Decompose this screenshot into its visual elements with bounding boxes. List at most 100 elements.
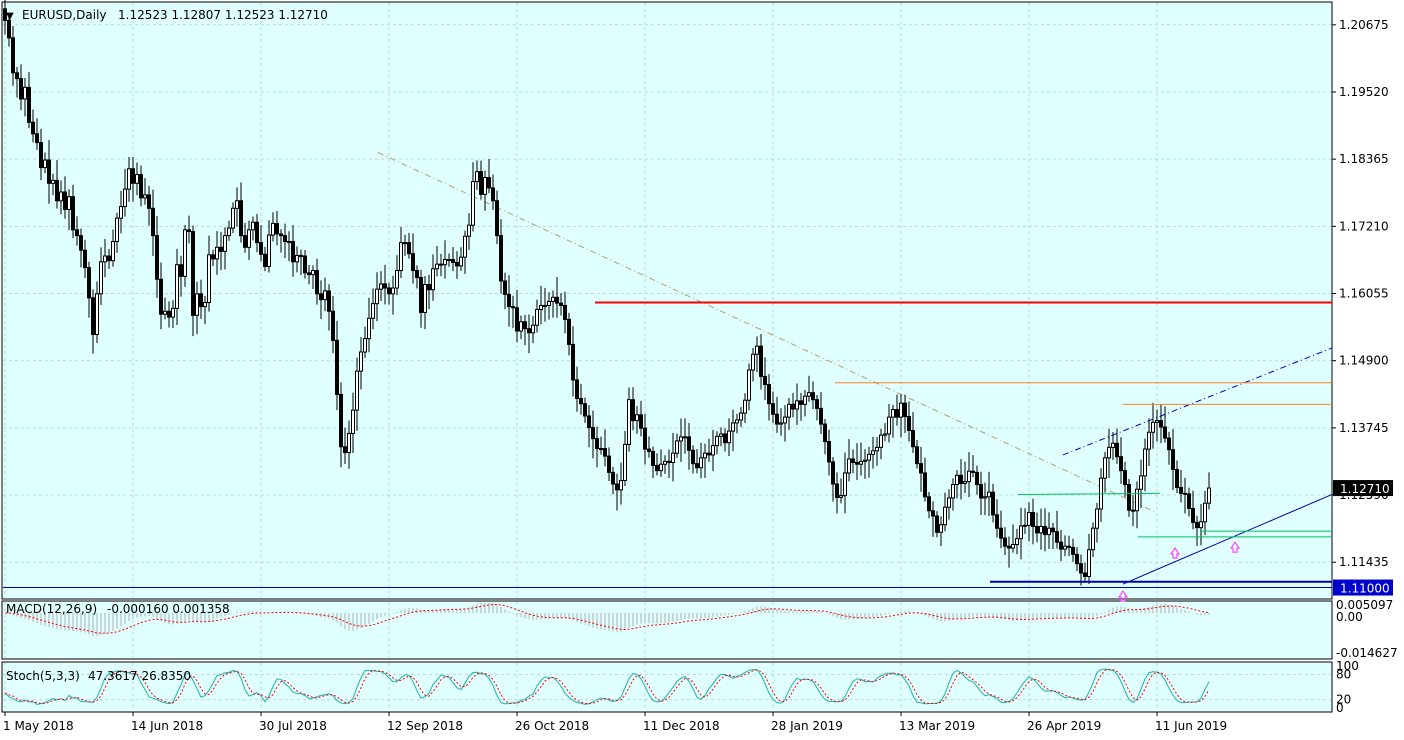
- candle-body: [355, 370, 359, 411]
- candle-body: [611, 471, 615, 485]
- candle-body: [827, 441, 831, 463]
- candle-body: [479, 171, 483, 195]
- candle-body: [495, 200, 499, 237]
- candle-body: [1107, 446, 1111, 459]
- candle-body: [115, 217, 119, 242]
- candle-body: [871, 450, 875, 455]
- candle-body: [1015, 538, 1019, 545]
- candle-body: [1183, 492, 1187, 495]
- candle-body: [463, 235, 467, 258]
- candle-body: [663, 460, 667, 465]
- stoch-axis-label: 0: [1336, 701, 1344, 715]
- candle-body: [1163, 426, 1167, 439]
- candle-body: [851, 458, 855, 463]
- stoch-panel[interactable]: [1, 661, 1333, 713]
- candle-body: [347, 432, 351, 454]
- candle-body: [651, 450, 655, 466]
- candle-body: [1079, 563, 1083, 574]
- candle-body: [595, 438, 599, 450]
- candle-body: [927, 496, 931, 512]
- candle-body: [395, 270, 399, 289]
- candle-body: [39, 142, 43, 169]
- candle-body: [971, 470, 975, 473]
- candle-body: [87, 267, 91, 299]
- candle-body: [979, 484, 983, 499]
- price-tick-label: 1.19520: [1339, 85, 1389, 99]
- candle-body: [383, 283, 387, 289]
- candle-body: [559, 302, 563, 306]
- candle-body: [583, 403, 587, 417]
- candle-body: [359, 351, 363, 372]
- candle-body: [655, 464, 659, 472]
- candle-body: [231, 207, 235, 229]
- candle-body: [267, 234, 271, 267]
- candle-body: [499, 235, 503, 282]
- candle-body: [319, 293, 323, 301]
- date-tick-label: 11 Jun 2019: [1155, 719, 1227, 733]
- date-tick-label: 26 Oct 2018: [515, 719, 589, 733]
- candle-body: [111, 240, 115, 262]
- candle-body: [811, 392, 815, 401]
- candle-body: [791, 403, 795, 410]
- candle-body: [815, 399, 819, 409]
- candle-body: [875, 446, 879, 452]
- candle-body: [543, 304, 547, 307]
- candle-body: [619, 480, 623, 491]
- price-tick-label: 1.18365: [1339, 152, 1389, 166]
- candle-body: [719, 433, 723, 437]
- candle-body: [123, 188, 127, 208]
- price-tick-label: 1.20675: [1339, 18, 1389, 32]
- candle-body: [551, 296, 555, 302]
- candle-body: [315, 270, 319, 295]
- candle-body: [127, 168, 131, 190]
- candle-body: [623, 443, 627, 482]
- candle-body: [11, 37, 15, 74]
- candle-body: [1203, 502, 1207, 523]
- candle-body: [427, 284, 431, 291]
- candle-body: [915, 446, 919, 465]
- candle-body: [431, 268, 435, 291]
- candle-body: [639, 414, 643, 429]
- candle-body: [275, 222, 279, 235]
- header-arrow-icon[interactable]: ▼: [6, 11, 14, 22]
- candle-body: [843, 472, 847, 497]
- candle-body: [531, 324, 535, 334]
- candle-body: [895, 409, 899, 418]
- candle-body: [715, 435, 719, 447]
- candle-body: [667, 460, 671, 463]
- candle-body: [19, 78, 23, 100]
- candle-body: [63, 191, 67, 210]
- candle-body: [863, 459, 867, 462]
- candle-body: [55, 179, 59, 202]
- candle-body: [335, 339, 339, 395]
- candle-body: [467, 224, 471, 237]
- candle-body: [259, 242, 263, 255]
- candle-body: [1075, 553, 1079, 565]
- candle-body: [1195, 521, 1199, 529]
- candle-body: [847, 458, 851, 474]
- candle-body: [1159, 420, 1163, 428]
- candle-body: [1171, 449, 1175, 470]
- candle-body: [1191, 507, 1195, 523]
- candle-body: [423, 284, 427, 313]
- candle-body: [963, 481, 967, 484]
- candle-body: [671, 452, 675, 463]
- candle-body: [735, 419, 739, 424]
- candle-body: [471, 181, 475, 226]
- candle-body: [987, 491, 991, 498]
- candle-body: [751, 353, 755, 371]
- candle-body: [999, 527, 1003, 539]
- macd-axis-label: -0.014627: [1336, 646, 1398, 660]
- candle-body: [1011, 543, 1015, 549]
- candle-body: [1051, 527, 1055, 533]
- candle-body: [1083, 572, 1087, 577]
- candle-body: [839, 495, 843, 498]
- candle-body: [1207, 487, 1211, 504]
- candle-body: [487, 176, 491, 189]
- candle-body: [79, 235, 83, 251]
- candle-body: [919, 463, 923, 474]
- candle-body: [195, 293, 199, 316]
- candle-body: [439, 263, 443, 266]
- candle-body: [95, 293, 99, 336]
- candle-body: [1127, 484, 1131, 511]
